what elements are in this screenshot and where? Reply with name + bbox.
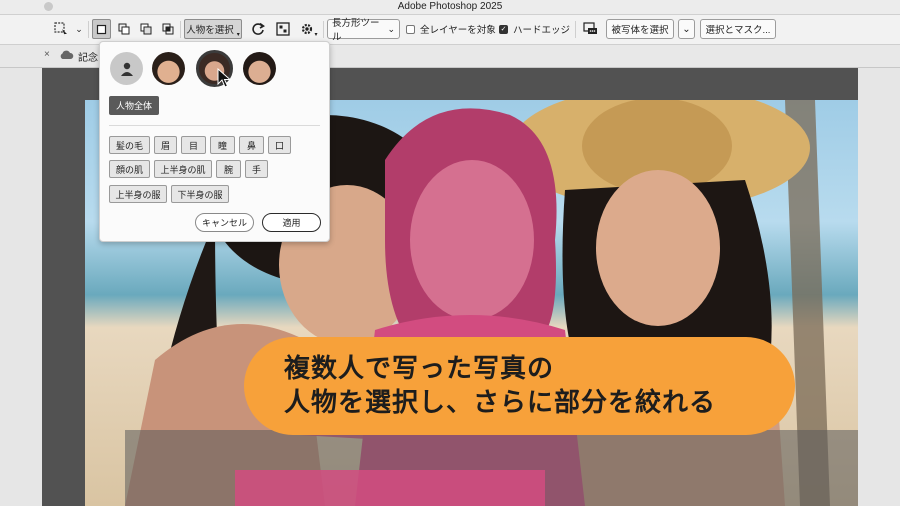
intersect-selection-icon[interactable] (158, 19, 177, 39)
cloud-icon (59, 50, 74, 63)
subtract-from-selection-icon[interactable] (136, 19, 155, 39)
select-people-dropdown[interactable]: 人物を選択 ▾ (184, 19, 242, 39)
tool-preset-icon[interactable] (52, 19, 70, 39)
select-and-mask-label: 選択とマスク... (705, 25, 771, 36)
ask-ai-icon[interactable] (579, 19, 601, 39)
cancel-label: キャンセル (201, 218, 247, 228)
select-people-popup: 人物全体 髪の毛 眉 目 瞳 鼻 口 顔の肌 上半身の肌 腕 手 上半身の服 下… (99, 41, 330, 242)
whole-group-avatar[interactable] (110, 52, 143, 85)
select-people-label: 人物を選択 (186, 25, 234, 36)
separator (323, 21, 324, 38)
select-subject-button[interactable]: 被写体を選択 (606, 19, 674, 39)
part-chip-pupils[interactable]: 瞳 (210, 136, 235, 154)
part-chip-hands[interactable]: 手 (245, 160, 268, 178)
part-chip-upper-clothes[interactable]: 上半身の服 (109, 185, 167, 203)
document-tab-name[interactable]: 記念 (78, 49, 98, 64)
person-avatar-1[interactable] (152, 52, 185, 85)
sample-all-layers-label: 全レイヤーを対象 (420, 25, 496, 36)
part-chip-nose[interactable]: 鼻 (239, 136, 264, 154)
part-label: 上半身の肌 (160, 164, 206, 175)
chevron-down-icon: ⌄ (387, 23, 395, 34)
tool-mode-label: 長方形ツール (332, 18, 380, 43)
part-label: 上半身の服 (115, 189, 161, 200)
part-label: 口 (274, 140, 284, 151)
part-chip-upper-body-skin[interactable]: 上半身の肌 (154, 160, 212, 178)
part-label: 眉 (160, 140, 170, 151)
window-title: Adobe Photoshop 2025 (397, 1, 503, 12)
checkbox-checked[interactable]: ✓ (499, 24, 508, 34)
separator (180, 21, 181, 38)
chevron-down-icon[interactable]: ⌄ (72, 19, 86, 39)
new-selection-icon[interactable] (92, 19, 111, 39)
mouse-cursor-icon (217, 67, 232, 93)
divider (109, 125, 320, 126)
select-and-mask-button[interactable]: 選択とマスク... (700, 19, 776, 39)
caption-line-1: 複数人で写った写真の (284, 354, 555, 384)
apply-button[interactable]: 適用 (262, 213, 321, 232)
person-icon (120, 62, 133, 76)
apply-label: 適用 (282, 218, 301, 228)
dropdown-caret-icon: ▾ (236, 31, 240, 38)
part-label: 鼻 (246, 140, 256, 151)
part-chip-face-skin[interactable]: 顔の肌 (109, 160, 150, 178)
checkbox-unchecked[interactable] (406, 24, 415, 34)
part-label: 目 (188, 140, 198, 151)
part-label: 髪の毛 (115, 140, 143, 151)
object-finder-icon[interactable] (273, 19, 293, 39)
refresh-icon[interactable] (248, 19, 268, 39)
title-bar: Adobe Photoshop 2025 (0, 0, 900, 15)
pasteboard-left (0, 68, 42, 506)
part-label: 手 (251, 164, 261, 175)
part-label: 瞳 (217, 140, 227, 151)
part-label: 腕 (223, 164, 233, 175)
part-chip-hair[interactable]: 髪の毛 (109, 136, 150, 154)
separator (575, 21, 576, 38)
add-to-selection-icon[interactable] (114, 19, 133, 39)
part-label: 顔の肌 (115, 164, 143, 175)
separator (88, 21, 89, 38)
gear-icon[interactable]: ▾ (298, 19, 320, 39)
close-icon[interactable]: × (44, 49, 50, 60)
cancel-button[interactable]: キャンセル (195, 213, 254, 232)
part-chip-mouth[interactable]: 口 (268, 136, 291, 154)
part-chip-eyebrows[interactable]: 眉 (154, 136, 177, 154)
part-label: 下半身の服 (177, 189, 223, 200)
person-avatar-3[interactable] (243, 52, 276, 85)
caption-line-2: 人物を選択し、さらに部分を絞れる (284, 388, 717, 418)
pasteboard-right (858, 68, 900, 506)
part-chip-eyes[interactable]: 目 (181, 136, 206, 154)
whole-person-chip[interactable]: 人物全体 (109, 96, 159, 115)
whole-person-label: 人物全体 (115, 101, 152, 111)
caption-banner: 複数人で写った写真の 人物を選択し、さらに部分を絞れる (244, 337, 795, 435)
hard-edge-checkbox[interactable]: ✓ ハードエッジ (499, 19, 571, 39)
dropdown-caret-icon: ▾ (314, 31, 318, 38)
select-subject-label: 被写体を選択 (611, 25, 669, 36)
part-chip-lower-clothes[interactable]: 下半身の服 (171, 185, 229, 203)
part-chip-arms[interactable]: 腕 (216, 160, 241, 178)
chevron-down-icon[interactable]: ⌄ (678, 19, 695, 39)
hard-edge-label: ハードエッジ (513, 25, 571, 36)
sample-all-layers-checkbox[interactable]: 全レイヤーを対象 (406, 19, 496, 39)
tool-mode-dropdown[interactable]: 長方形ツール ⌄ (327, 18, 400, 43)
